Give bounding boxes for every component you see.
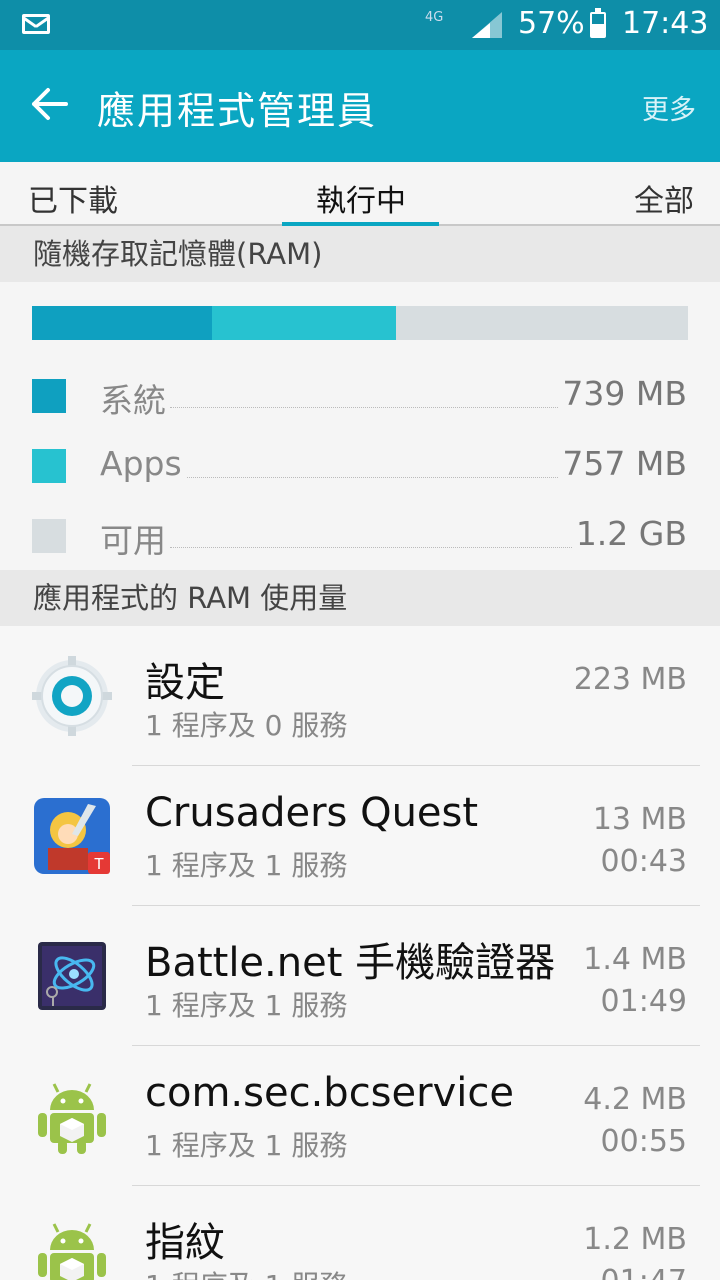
app-process-info: 1 程序及 0 服務 bbox=[145, 709, 348, 742]
app-name: Crusaders Quest bbox=[145, 790, 479, 836]
app-run-time: 01:49 bbox=[600, 984, 687, 1019]
legend-label: Apps bbox=[100, 444, 186, 483]
more-button[interactable]: 更多 bbox=[642, 88, 696, 127]
signal-icon bbox=[472, 12, 502, 38]
app-process-info: 1 程序及 1 服務 bbox=[145, 989, 348, 1022]
app-run-time: 01:47 bbox=[601, 1264, 687, 1280]
svg-text:T: T bbox=[94, 856, 104, 873]
tab-bar: 已下載 執行中 全部 bbox=[0, 162, 720, 226]
leader-dots bbox=[170, 407, 590, 408]
tab-all[interactable]: 全部 bbox=[634, 176, 694, 220]
apps-color-swatch bbox=[32, 449, 66, 483]
mail-notification-icon bbox=[22, 14, 50, 34]
system-color-swatch bbox=[32, 379, 66, 413]
app-ram-size: 223 MB bbox=[573, 662, 687, 697]
legend-value: 739 MB bbox=[558, 374, 687, 413]
app-ram-size: 1.4 MB bbox=[583, 942, 687, 977]
app-ram-size: 1.2 MB bbox=[583, 1222, 687, 1257]
leader-dots bbox=[170, 477, 590, 478]
app-name: 設定 bbox=[145, 660, 225, 706]
ram-legend-system: 系統 739 MB bbox=[0, 374, 720, 422]
android-icon bbox=[38, 1083, 106, 1154]
app-ram-size: 13 MB bbox=[592, 802, 687, 837]
list-item-bcservice[interactable]: com.sec.bcservice 1 程序及 1 服務 4.2 MB 00:5… bbox=[0, 1046, 720, 1186]
tab-running[interactable]: 執行中 bbox=[316, 176, 406, 220]
list-item-fingerprint[interactable]: 指紋 1 程序及 1 服務 1.2 MB 01:47 bbox=[0, 1186, 720, 1280]
ram-bar-system-segment bbox=[32, 306, 213, 340]
app-ram-usage-header: 應用程式的 RAM 使用量 bbox=[0, 570, 720, 626]
battery-percentage: 57% bbox=[518, 6, 585, 41]
app-run-time: 00:43 bbox=[600, 844, 687, 879]
app-ram-size: 4.2 MB bbox=[583, 1082, 687, 1117]
legend-label: 系統 bbox=[100, 374, 170, 422]
app-run-time: 00:55 bbox=[600, 1124, 687, 1159]
app-name: 指紋 bbox=[145, 1220, 225, 1266]
legend-value: 757 MB bbox=[558, 444, 687, 483]
legend-value: 1.2 GB bbox=[571, 514, 687, 553]
free-color-swatch bbox=[32, 519, 66, 553]
ram-legend-apps: Apps 757 MB bbox=[0, 444, 720, 486]
legend-label: 可用 bbox=[100, 514, 170, 562]
back-arrow-icon[interactable] bbox=[30, 84, 70, 124]
app-name: com.sec.bcservice bbox=[145, 1070, 514, 1116]
ram-section-header: 隨機存取記憶體(RAM) bbox=[0, 226, 720, 282]
ram-bar-apps-segment bbox=[212, 306, 397, 340]
status-bar: 4G 57% 17:43 bbox=[0, 0, 720, 50]
list-item-settings[interactable]: 設定 1 程序及 0 服務 223 MB bbox=[0, 626, 720, 766]
app-process-info: 1 程序及 1 服務 bbox=[145, 1129, 348, 1162]
ram-panel: 系統 739 MB Apps 757 MB 可用 1.2 GB bbox=[0, 282, 720, 570]
list-item-crusaders-quest[interactable]: T Crusaders Quest 1 程序及 1 服務 13 MB 00:43 bbox=[0, 766, 720, 906]
page-title: 應用程式管理員 bbox=[97, 89, 378, 133]
running-apps-list: 設定 1 程序及 0 服務 223 MB T Crusaders Quest 1… bbox=[0, 626, 720, 1280]
leader-dots bbox=[170, 547, 590, 548]
android-icon bbox=[38, 1223, 106, 1280]
battery-icon bbox=[590, 8, 606, 38]
crusaders-quest-icon: T bbox=[34, 798, 110, 874]
tab-downloaded[interactable]: 已下載 bbox=[28, 176, 118, 220]
network-type: 4G bbox=[425, 10, 444, 25]
ram-legend-free: 可用 1.2 GB bbox=[0, 514, 720, 562]
app-process-info: 1 程序及 1 服務 bbox=[145, 1264, 347, 1280]
app-bar: 應用程式管理員 更多 bbox=[0, 50, 720, 162]
list-item-battlenet[interactable]: Battle.net 手機驗證器 1 程序及 1 服務 1.4 MB 01:49 bbox=[0, 906, 720, 1046]
clock: 17:43 bbox=[622, 6, 709, 41]
battlenet-authenticator-icon bbox=[38, 942, 106, 1010]
ram-usage-bar bbox=[32, 306, 688, 340]
app-name: Battle.net 手機驗證器 bbox=[145, 940, 556, 986]
settings-gear-icon bbox=[32, 656, 112, 736]
app-process-info: 1 程序及 1 服務 bbox=[145, 849, 348, 882]
